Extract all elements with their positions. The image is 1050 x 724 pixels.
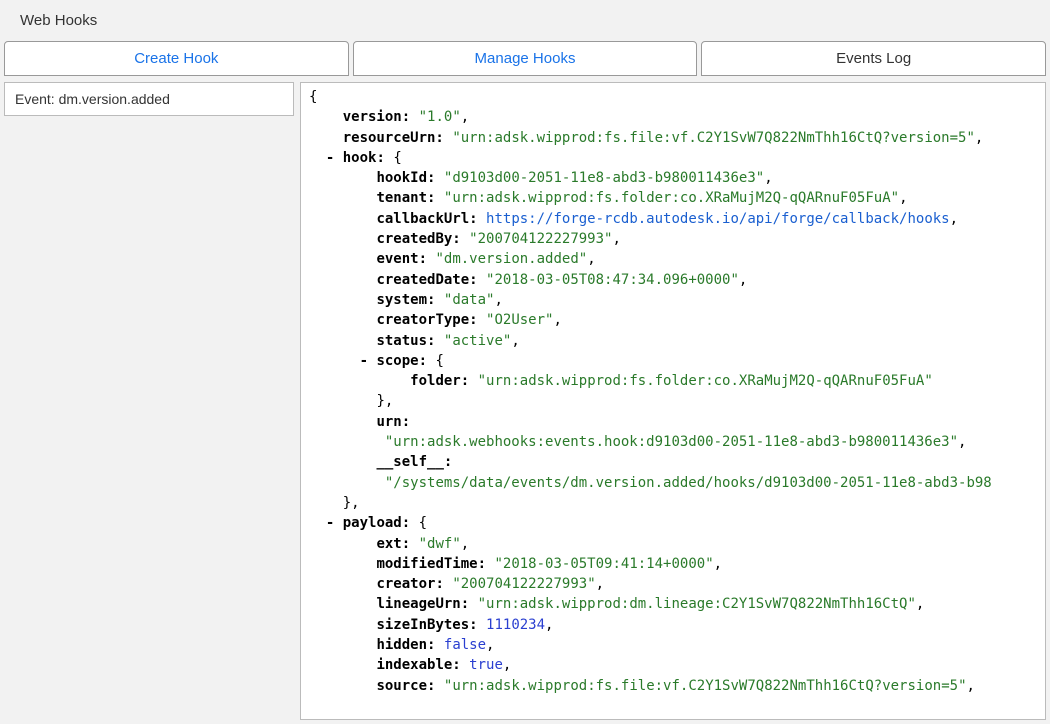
json-line: - hook: { xyxy=(309,148,1037,168)
tab-events-log[interactable]: Events Log xyxy=(701,41,1046,76)
json-line: createdBy: "200704122227993", xyxy=(309,229,1037,249)
json-line: creatorType: "O2User", xyxy=(309,310,1037,330)
json-line: "urn:adsk.webhooks:events.hook:d9103d00-… xyxy=(309,432,1037,452)
json-line: tenant: "urn:adsk.wipprod:fs.folder:co.X… xyxy=(309,188,1037,208)
json-line: system: "data", xyxy=(309,290,1037,310)
json-line: version: "1.0", xyxy=(309,107,1037,127)
json-line: folder: "urn:adsk.wipprod:fs.folder:co.X… xyxy=(309,371,1037,391)
json-line: lineageUrn: "urn:adsk.wipprod:dm.lineage… xyxy=(309,594,1037,614)
collapse-toggle[interactable]: - xyxy=(326,515,334,531)
json-line: sizeInBytes: 1110234, xyxy=(309,615,1037,635)
tab-create-hook[interactable]: Create Hook xyxy=(4,41,349,76)
json-line: - payload: { xyxy=(309,513,1037,533)
json-line: source: "urn:adsk.wipprod:fs.file:vf.C2Y… xyxy=(309,676,1037,696)
json-line: urn: xyxy=(309,412,1037,432)
json-line: }, xyxy=(309,493,1037,513)
json-viewer[interactable]: { version: "1.0", resourceUrn: "urn:adsk… xyxy=(300,82,1046,720)
json-line: modifiedTime: "2018-03-05T09:41:14+0000"… xyxy=(309,554,1037,574)
page-title: Web Hooks xyxy=(0,0,1050,41)
json-line: callbackUrl: https://forge-rcdb.autodesk… xyxy=(309,209,1037,229)
json-line: status: "active", xyxy=(309,331,1037,351)
json-line: indexable: true, xyxy=(309,655,1037,675)
collapse-toggle[interactable]: - xyxy=(326,150,334,166)
json-line: event: "dm.version.added", xyxy=(309,249,1037,269)
collapse-toggle[interactable]: - xyxy=(360,353,368,369)
json-line: __self__: xyxy=(309,452,1037,472)
json-line: createdDate: "2018-03-05T08:47:34.096+00… xyxy=(309,270,1037,290)
json-line: hidden: false, xyxy=(309,635,1037,655)
json-line: }, xyxy=(309,391,1037,411)
tab-manage-hooks[interactable]: Manage Hooks xyxy=(353,41,698,76)
json-line: "/systems/data/events/dm.version.added/h… xyxy=(309,473,1037,493)
json-line: creator: "200704122227993", xyxy=(309,574,1037,594)
json-line: hookId: "d9103d00-2051-11e8-abd3-b980011… xyxy=(309,168,1037,188)
json-line: { xyxy=(309,87,1037,107)
content-area: Event: dm.version.added { version: "1.0"… xyxy=(0,76,1050,720)
tab-bar: Create Hook Manage Hooks Events Log xyxy=(0,41,1050,76)
event-list-item[interactable]: Event: dm.version.added xyxy=(4,82,294,116)
json-line: resourceUrn: "urn:adsk.wipprod:fs.file:v… xyxy=(309,128,1037,148)
event-list: Event: dm.version.added xyxy=(4,82,294,720)
json-line: - scope: { xyxy=(309,351,1037,371)
json-line: ext: "dwf", xyxy=(309,534,1037,554)
